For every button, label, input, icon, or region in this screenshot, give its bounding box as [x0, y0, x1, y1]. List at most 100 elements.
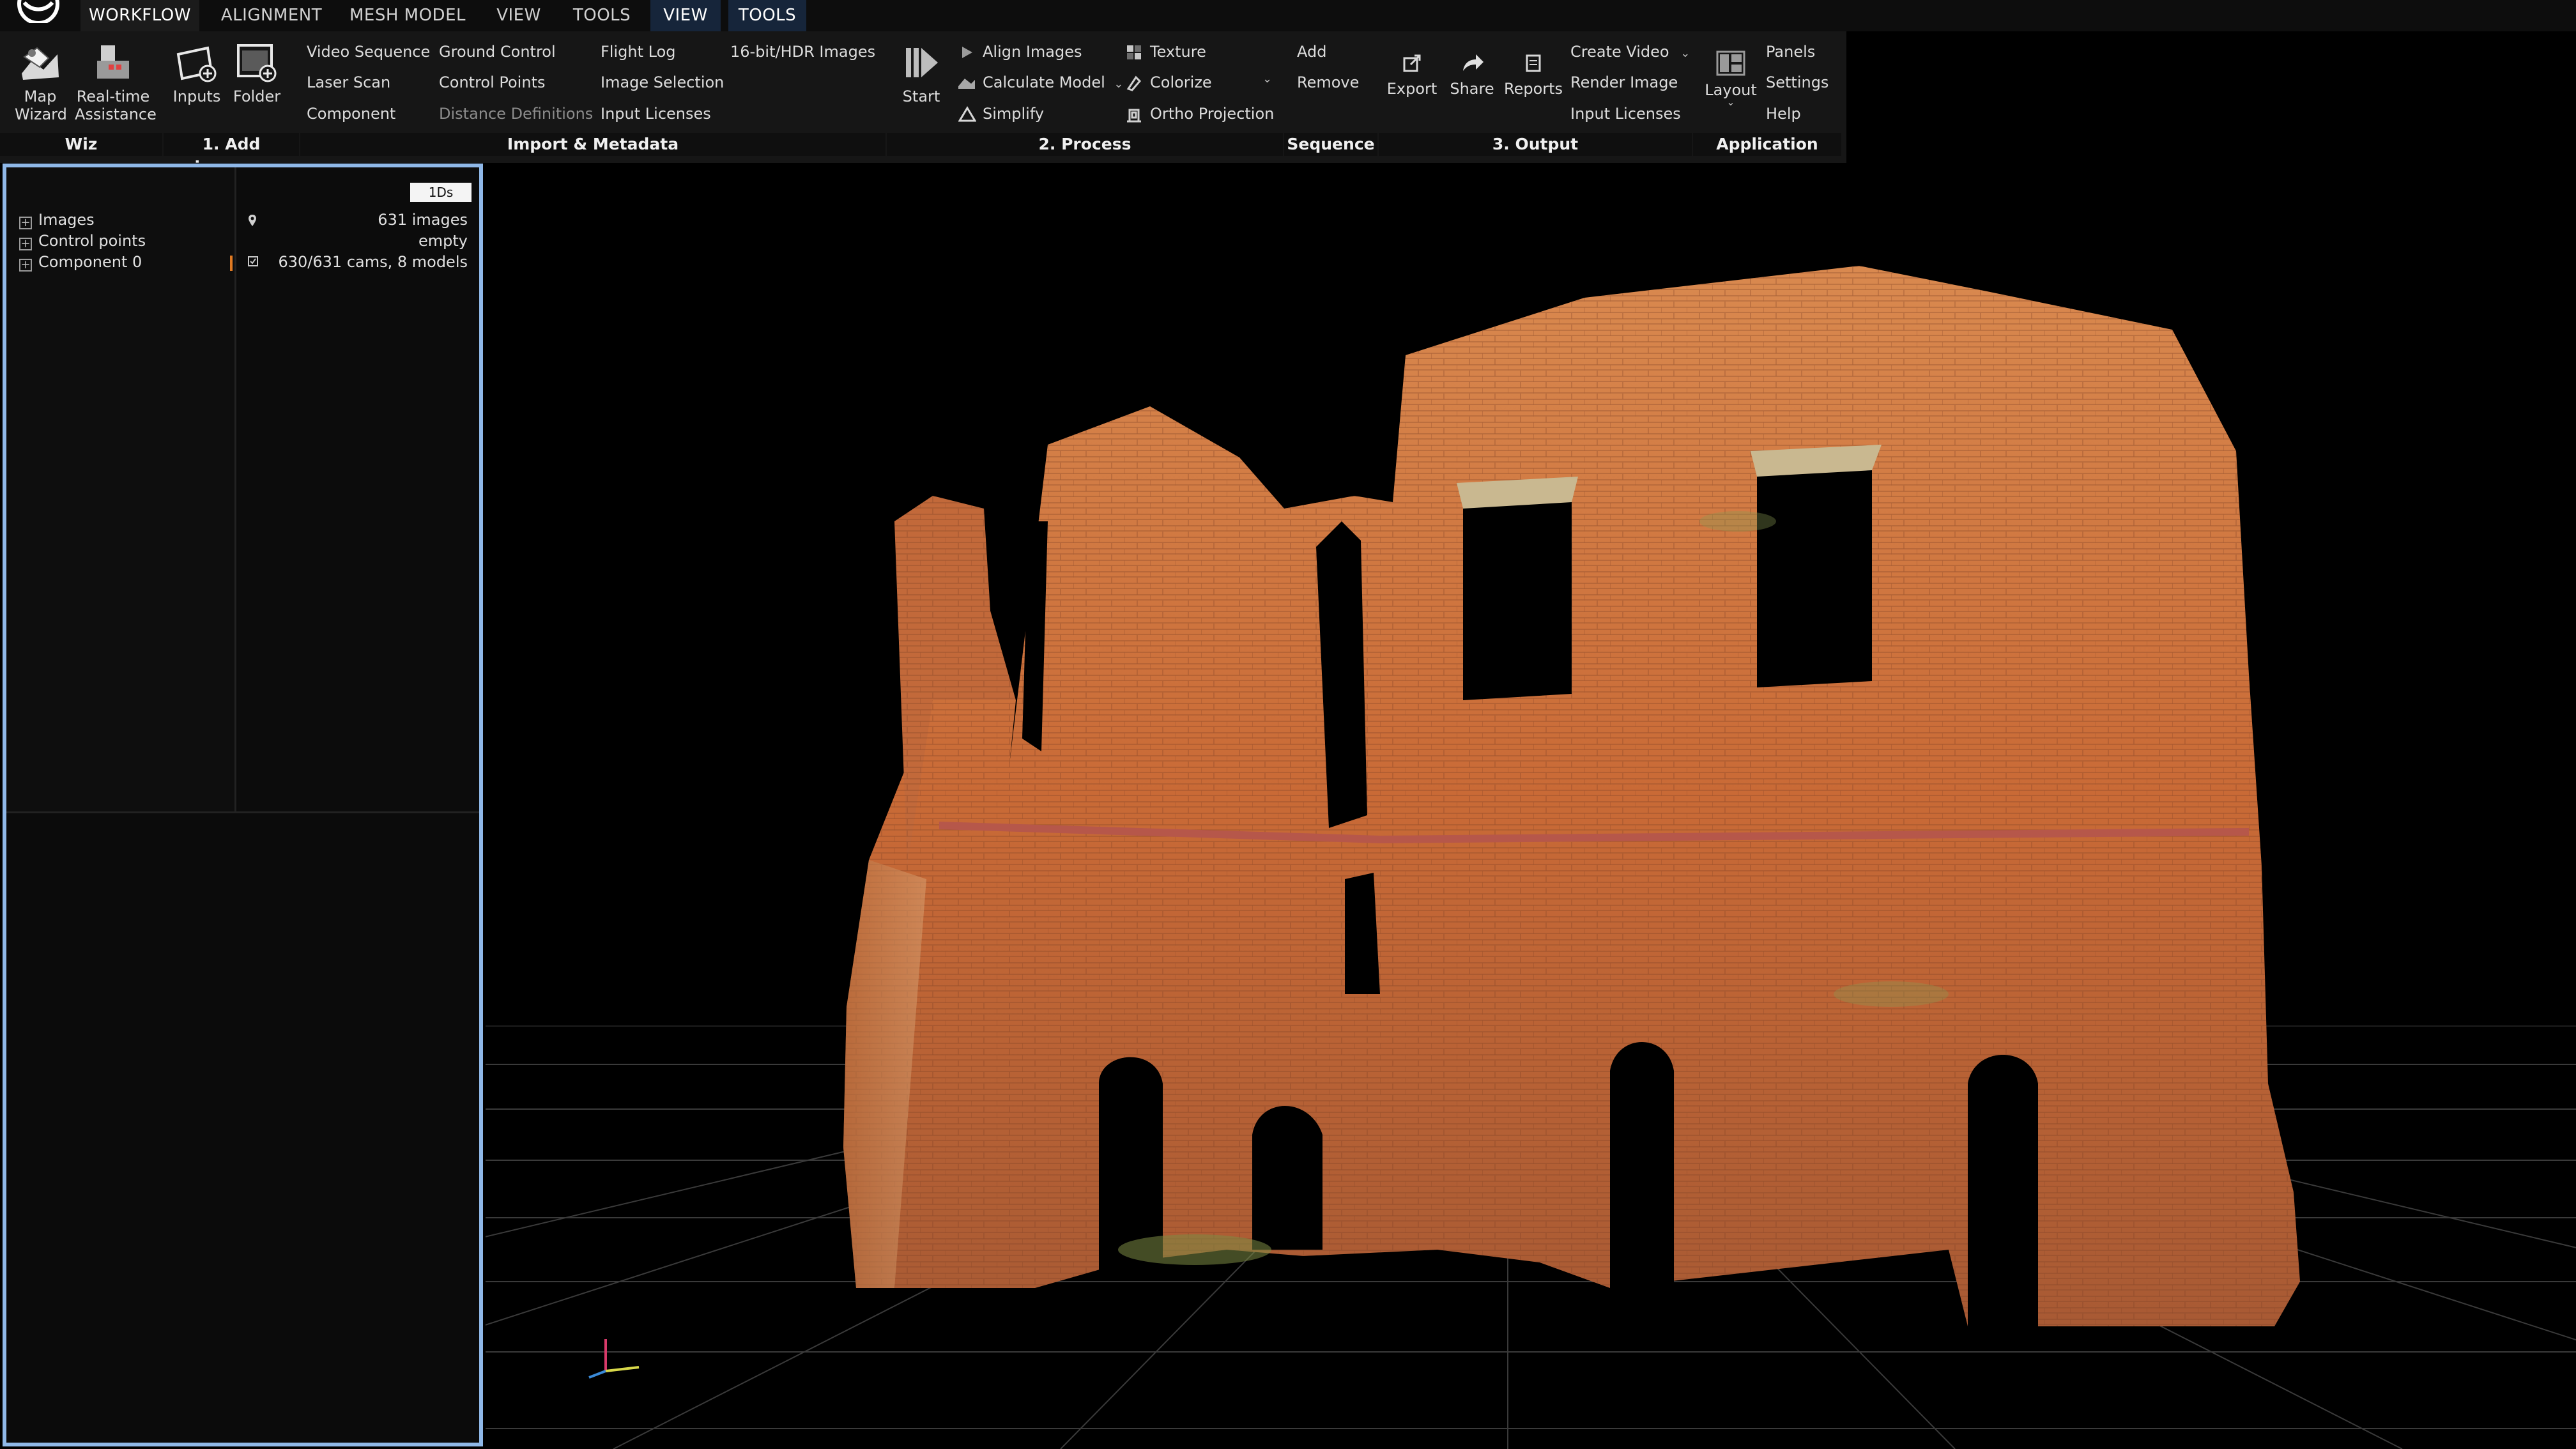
map-wizard-button[interactable]: Map Wizard — [9, 42, 72, 123]
folder-button[interactable]: Folder — [227, 42, 286, 105]
simplify-button[interactable]: Simplify — [983, 105, 1044, 123]
project-panel: + Images + Control points + Component 0 1Ds… — [3, 164, 483, 1446]
video-sequence-button[interactable]: Video Sequence — [307, 43, 430, 61]
location-pin-icon — [249, 215, 256, 226]
export-button[interactable]: Export — [1385, 50, 1439, 98]
tab-alignment[interactable]: ALIGNMENT — [215, 0, 328, 31]
export-label: Export — [1386, 80, 1438, 98]
tab-context-tools[interactable]: TOOLS — [728, 0, 806, 31]
create-video-chevron-down-icon[interactable]: ⌄ — [1680, 47, 1690, 60]
tree-row-control-points[interactable]: + Control points — [19, 232, 146, 251]
group-output: 3. Output — [1379, 133, 1692, 156]
hdr-images-button[interactable]: 16-bit/HDR Images — [730, 43, 875, 61]
share-button[interactable]: Share — [1445, 50, 1499, 98]
output-input-licenses-button[interactable]: Input Licenses — [1570, 105, 1681, 123]
start-button[interactable]: Start — [896, 42, 947, 105]
layout-chevron-down-icon[interactable]: ⌄ — [1702, 97, 1759, 107]
active-component-marker — [230, 256, 233, 271]
tree-row-label: Images — [38, 211, 95, 229]
component-info: 630/631 cams, 8 models — [278, 253, 468, 271]
share-icon — [1463, 54, 1483, 71]
3d-scene[interactable] — [486, 164, 2576, 1449]
ground-control-button[interactable]: Ground Control — [439, 43, 556, 61]
tree-row-label: Control points — [38, 232, 146, 250]
group-process: 2. Process — [887, 133, 1283, 156]
group-sequence: Sequence — [1284, 133, 1377, 156]
tab-workflow[interactable]: WORKFLOW — [80, 0, 199, 31]
1ds-button[interactable]: 1Ds — [410, 183, 471, 202]
panels-button[interactable]: Panels — [1766, 43, 1815, 61]
layout-button[interactable]: Layout ⌄ — [1702, 49, 1759, 107]
colorize-button[interactable]: Colorize — [1150, 73, 1212, 91]
colorize-icon — [1126, 75, 1142, 91]
menu-bar: WORKFLOW ALIGNMENT MESH MODEL VIEW TOOLS… — [0, 0, 2576, 31]
3d-viewport[interactable] — [486, 164, 2576, 1449]
inputs-icon — [176, 46, 217, 82]
create-video-label: Create Video — [1570, 43, 1669, 61]
tab-view[interactable]: VIEW — [489, 0, 548, 31]
map-wizard-label: Map Wizard — [15, 88, 67, 123]
chevron-down-icon[interactable]: ⌄ — [1114, 77, 1123, 91]
realtime-assistance-button[interactable]: Real-time Assistance — [72, 42, 157, 123]
moss-patch — [1699, 511, 1776, 532]
render-image-button[interactable]: Render Image — [1570, 73, 1678, 91]
images-count: 631 images — [378, 211, 468, 229]
tab-mesh-model[interactable]: MESH MODEL — [349, 0, 466, 31]
sequence-remove-button[interactable]: Remove — [1297, 73, 1359, 91]
inputs-button[interactable]: Inputs — [167, 42, 226, 105]
texture-button[interactable]: Texture — [1150, 43, 1206, 61]
inputs-label: Inputs — [172, 88, 221, 105]
realtime-assistance-label: Real-time Assistance — [75, 88, 157, 123]
window-left — [1463, 496, 1572, 700]
control-points-value: empty — [418, 232, 468, 250]
folder-label: Folder — [233, 88, 281, 105]
project-values-column: 1Ds 631 images empty 630/631 cams, 8 mod… — [238, 167, 479, 811]
reports-icon — [1526, 54, 1541, 72]
expand-icon[interactable]: + — [19, 217, 32, 229]
tab-tools[interactable]: TOOLS — [569, 0, 635, 31]
group-wiz: Wiz — [0, 133, 162, 156]
simplify-icon — [958, 106, 976, 122]
play-icon — [962, 47, 972, 58]
reports-button[interactable]: Reports — [1503, 50, 1564, 98]
tree-row-label: Component 0 — [38, 253, 142, 271]
distance-definitions-button[interactable]: Distance Definitions — [439, 105, 593, 123]
map-wizard-icon — [22, 47, 59, 80]
ortho-projection-button[interactable]: Ortho Projection — [1150, 105, 1274, 123]
layout-icon — [1716, 50, 1745, 76]
axis-gizmo — [588, 1339, 640, 1379]
control-points-button[interactable]: Control Points — [439, 73, 545, 91]
start-icon — [906, 48, 938, 77]
component-checkbox-icon[interactable] — [247, 256, 259, 267]
arch-4 — [1968, 1055, 2038, 1326]
tree-row-component[interactable]: + Component 0 — [19, 253, 142, 272]
reports-label: Reports — [1503, 80, 1563, 98]
colorize-chevron-down-icon[interactable]: ⌄ — [1262, 72, 1272, 86]
help-button[interactable]: Help — [1766, 105, 1801, 123]
expand-icon[interactable]: + — [19, 238, 32, 250]
app-logo-icon[interactable] — [5, 0, 63, 23]
align-images-button[interactable]: Align Images — [983, 43, 1082, 61]
laser-scan-button[interactable]: Laser Scan — [307, 73, 390, 91]
export-icon — [1403, 54, 1421, 72]
component-button[interactable]: Component — [307, 105, 395, 123]
properties-area — [6, 811, 479, 1443]
realtime-assistance-icon — [97, 45, 129, 79]
import-input-licenses-button[interactable]: Input Licenses — [601, 105, 711, 123]
tab-context-view[interactable]: VIEW — [650, 0, 721, 31]
calculate-model-label: Calculate Model — [983, 73, 1105, 91]
settings-button[interactable]: Settings — [1766, 73, 1828, 91]
calculate-model-icon — [958, 79, 975, 89]
moss-patch — [1834, 981, 1949, 1007]
ruin-model[interactable] — [843, 266, 2300, 1326]
create-video-button[interactable]: Create Video ⌄ — [1570, 43, 1690, 61]
flight-log-button[interactable]: Flight Log — [601, 43, 676, 61]
folder-icon — [237, 44, 277, 82]
expand-icon[interactable]: + — [19, 259, 32, 272]
tree-row-images[interactable]: + Images — [19, 211, 95, 230]
calculate-model-button[interactable]: Calculate Model ⌄ — [983, 73, 1124, 91]
sequence-add-button[interactable]: Add — [1297, 43, 1326, 61]
project-tree-column: + Images + Control points + Component 0 — [6, 167, 236, 811]
image-selection-button[interactable]: Image Selection — [601, 73, 724, 91]
moss-patch — [1118, 1234, 1271, 1265]
